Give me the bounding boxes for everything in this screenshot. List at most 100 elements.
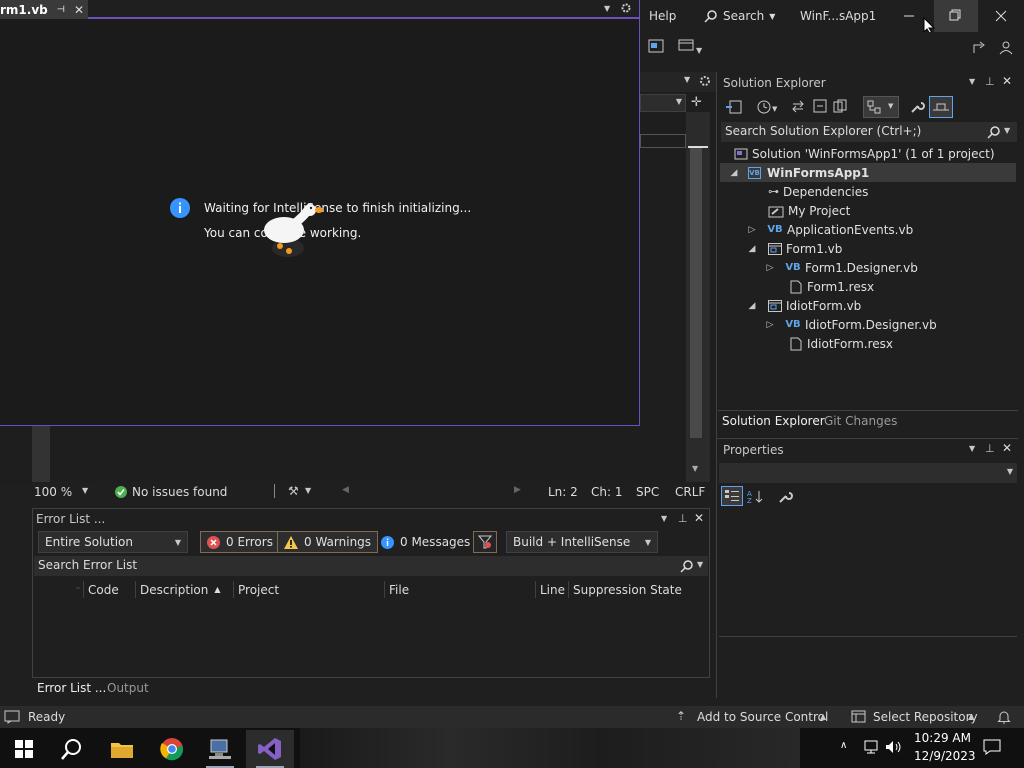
column-header-code[interactable]: Code <box>84 581 136 598</box>
chevron-down-icon[interactable]: ▼ <box>82 486 88 495</box>
volume-icon[interactable] <box>885 740 903 754</box>
error-search-field[interactable]: Search Error List ▼ <box>34 556 708 576</box>
tree-item-application-events[interactable]: ▷ VB ApplicationEvents.vb <box>720 220 1016 239</box>
tree-item-my-project[interactable]: My Project <box>720 201 1016 220</box>
tree-item-form1-designer[interactable]: ▷ VB Form1.Designer.vb <box>720 258 1016 277</box>
chevron-down-icon[interactable]: ▼ <box>969 77 975 86</box>
tree-item-project[interactable]: ◢ VB WinFormsApp1 <box>720 163 1016 182</box>
filter-button[interactable]: ▼ <box>863 96 899 118</box>
categorized-button[interactable] <box>721 486 743 506</box>
action-center-icon[interactable] <box>983 739 1001 755</box>
chevron-up-icon[interactable]: ▲ <box>968 712 974 721</box>
restore-button[interactable] <box>934 0 978 32</box>
gear-icon[interactable] <box>620 2 632 14</box>
property-pages-icon[interactable] <box>777 489 793 505</box>
expanded-arrow-icon[interactable]: ◢ <box>726 168 742 178</box>
tab-git-changes[interactable]: Git Changes <box>824 414 897 428</box>
object-selector-dropdown[interactable]: ▼ <box>719 463 1017 483</box>
tab-solution-explorer[interactable]: Solution Explorer <box>722 414 825 428</box>
toolbar-layout-icon[interactable]: ▼ <box>678 39 704 55</box>
collapsed-arrow-icon[interactable]: ▷ <box>762 320 778 330</box>
live-share-icon[interactable] <box>972 39 988 55</box>
close-panel-icon[interactable]: ✕ <box>694 511 704 525</box>
taskbar-file-explorer[interactable] <box>98 730 146 768</box>
tree-item-idiotform-resx[interactable]: IdiotForm.resx <box>720 334 1016 353</box>
show-hidden-icons[interactable]: ∧ <box>840 740 847 751</box>
wrench-icon[interactable] <box>909 99 925 115</box>
bell-icon[interactable] <box>997 709 1011 724</box>
zoom-level[interactable]: 100 % <box>34 485 72 499</box>
taskbar-search-button[interactable] <box>48 730 96 768</box>
issues-status[interactable]: No issues found <box>132 485 227 499</box>
close-window-button[interactable] <box>978 0 1024 32</box>
scrollbar-thumb[interactable] <box>690 148 702 438</box>
chevron-down-icon[interactable]: ▼ <box>1004 126 1010 135</box>
collapsed-arrow-icon[interactable]: ▷ <box>744 225 760 235</box>
expanded-arrow-icon[interactable]: ◢ <box>744 301 760 311</box>
column-number[interactable]: Ch: 1 <box>591 485 622 499</box>
clock-date[interactable]: 12/9/2023 <box>914 749 976 763</box>
show-all-files-icon[interactable] <box>833 99 847 113</box>
tree-item-idiotform[interactable]: ◢ IdiotForm.vb <box>720 296 1016 315</box>
search-button[interactable]: Search ▼ <box>704 6 775 26</box>
chevron-down-icon[interactable]: ▼ <box>969 444 975 453</box>
pin-icon[interactable]: ⊥ <box>985 442 995 455</box>
errors-filter-button[interactable]: 0 Errors <box>200 531 280 553</box>
network-icon[interactable] <box>863 740 879 754</box>
warnings-filter-button[interactable]: 0 Warnings <box>277 531 379 553</box>
tree-item-form1[interactable]: ◢ Form1.vb <box>720 239 1016 258</box>
build-filter-dropdown[interactable]: Build + IntelliSense ▼ <box>506 531 658 553</box>
sync-icon[interactable] <box>791 99 805 113</box>
collapse-all-icon[interactable] <box>813 99 827 113</box>
split-icon[interactable]: ✛ <box>691 95 702 110</box>
taskbar-chrome[interactable] <box>148 730 196 768</box>
search-icon[interactable] <box>680 559 694 573</box>
tree-item-dependencies[interactable]: ⊶ Dependencies <box>720 182 1016 201</box>
add-source-control[interactable]: Add to Source Control <box>697 710 828 724</box>
expanded-arrow-icon[interactable]: ◢ <box>744 244 760 254</box>
chevron-down-icon[interactable]: ▼ <box>604 4 610 13</box>
close-panel-icon[interactable]: ✕ <box>1002 441 1012 455</box>
tree-item-form1-resx[interactable]: Form1.resx <box>720 277 1016 296</box>
column-header-file[interactable]: File <box>385 581 536 598</box>
history-icon[interactable]: ▼ <box>757 99 781 115</box>
clock-time[interactable]: 10:29 AM <box>914 731 971 745</box>
taskbar-visual-studio[interactable] <box>246 730 294 768</box>
clear-filter-button[interactable] <box>473 531 497 553</box>
line-number[interactable]: Ln: 2 <box>548 485 578 499</box>
column-header-suppression[interactable]: Suppression State <box>569 581 699 598</box>
scroll-down-icon[interactable]: ▼ <box>692 464 698 473</box>
notification-icon[interactable] <box>4 710 20 724</box>
select-repository[interactable]: Select Repository <box>873 710 978 724</box>
sort-alpha-icon[interactable]: AZ <box>747 489 763 503</box>
column-header-icon[interactable]: ⁼ <box>34 581 84 598</box>
scope-dropdown[interactable]: Entire Solution ▼ <box>38 531 188 553</box>
column-header-line[interactable]: Line <box>536 581 569 598</box>
tree-item-idiotform-designer[interactable]: ▷ VB IdiotForm.Designer.vb <box>720 315 1016 334</box>
close-panel-icon[interactable]: ✕ <box>1002 74 1012 88</box>
column-header-project[interactable]: Project <box>234 581 385 598</box>
menu-help[interactable]: Help <box>649 9 676 23</box>
whitespace-mode[interactable]: SPC <box>636 485 659 499</box>
start-button[interactable] <box>0 730 48 768</box>
column-header-description[interactable]: Description ▲ <box>136 581 234 598</box>
solution-search-field[interactable]: Search Solution Explorer (Ctrl+;) ▼ <box>721 122 1017 142</box>
chevron-down-icon[interactable]: ▼ <box>697 560 703 569</box>
vertical-scrollbar[interactable]: ▼ <box>686 112 710 484</box>
switch-views-icon[interactable] <box>725 99 743 115</box>
chevron-down-icon[interactable]: ▼ <box>305 486 311 495</box>
taskbar-network-app[interactable] <box>196 730 244 768</box>
pin-icon[interactable]: ⊣ <box>57 5 65 15</box>
tab-error-list[interactable]: Error List ... <box>37 681 106 695</box>
collapsed-arrow-icon[interactable]: ▷ <box>762 263 778 273</box>
scroll-right-icon[interactable]: ▶ <box>514 485 521 495</box>
messages-filter-button[interactable]: 0 Messages <box>374 531 477 553</box>
members-dropdown[interactable]: ▼ <box>640 94 686 112</box>
document-tab[interactable]: rm1.vb ⊣ ✕ <box>0 0 89 19</box>
tree-item-solution[interactable]: Solution 'WinFormsApp1' (1 of 1 project) <box>720 144 1016 163</box>
gear-icon[interactable] <box>698 74 712 88</box>
tab-output[interactable]: Output <box>107 681 149 695</box>
pin-icon[interactable]: ⊥ <box>985 75 995 88</box>
pin-icon[interactable]: ⊥ <box>678 512 688 525</box>
chevron-up-icon[interactable]: ▲ <box>820 712 826 721</box>
